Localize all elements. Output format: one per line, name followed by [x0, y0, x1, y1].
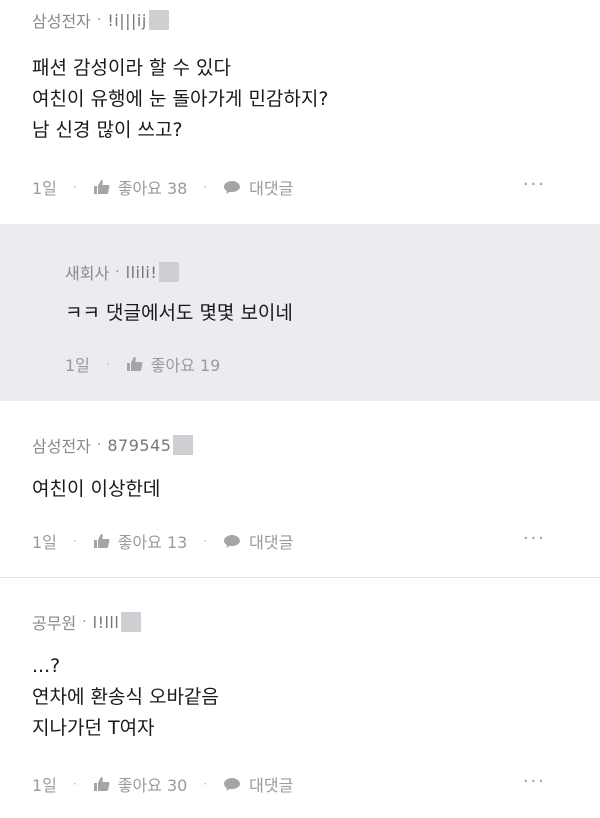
comment-item: 공무원 · l!lll ...? 연차에 환송식 오바같음 지나가던 T여자 1… [0, 578, 600, 818]
like-button[interactable]: 좋아요 30 [93, 772, 188, 796]
company-name: 공무원 [32, 614, 77, 633]
separator-dot: · [203, 534, 208, 548]
comment-actions: 1일 · 좋아요 19 [65, 352, 220, 376]
comment-line: 여친이 유행에 눈 돌아가게 민감하지? [32, 88, 329, 110]
like-button[interactable]: 좋아요 13 [93, 529, 188, 553]
company-name: 삼성전자 [32, 12, 91, 31]
like-count: 좋아요 38 [117, 179, 188, 198]
comment-time: 1일 [32, 533, 57, 552]
speech-bubble-icon [224, 534, 241, 548]
reply-button[interactable]: 대댓글 [223, 529, 293, 553]
comment-author[interactable]: 삼성전자 · !i|||ij [32, 8, 169, 32]
thumbs-up-icon [93, 180, 110, 194]
separator-dot: · [96, 12, 102, 28]
comment-actions: 1일 · 좋아요 38 · 대댓글 [32, 175, 293, 199]
comment-actions: 1일 · 좋아요 30 · 대댓글 [32, 772, 293, 796]
more-options-button[interactable]: ··· [523, 174, 546, 195]
separator-dot: · [72, 180, 77, 194]
reply-label: 대댓글 [249, 179, 294, 198]
comment-item: 삼성전자 · !i|||ij 패션 감성이라 할 수 있다 여친이 유행에 눈 … [0, 0, 600, 224]
separator-dot: · [72, 777, 77, 791]
comment-text: ㅋㅋ 댓글에서도 몇몇 보이네 [65, 298, 293, 329]
separator-dot: · [115, 264, 120, 280]
reply-label: 대댓글 [249, 533, 294, 552]
comment-line: ㅋㅋ 댓글에서도 몇몇 보이네 [65, 302, 293, 324]
comment-line: 패션 감성이라 할 수 있다 [32, 57, 231, 79]
like-count: 좋아요 30 [117, 776, 188, 795]
speech-bubble-icon [224, 180, 241, 194]
comment-line: 연차에 환송식 오바같음 [32, 686, 219, 708]
speech-bubble-icon [224, 777, 241, 791]
more-options-button[interactable]: ··· [523, 528, 546, 549]
reply-label: 대댓글 [249, 776, 294, 795]
thumbs-up-icon [93, 777, 110, 791]
user-id: l!lll [92, 612, 120, 632]
like-count: 좋아요 19 [150, 356, 221, 375]
comment-line: 지나가던 T여자 [32, 717, 155, 739]
user-id: !i|||ij [107, 10, 147, 30]
separator-dot: · [105, 357, 110, 371]
company-name: 새회사 [65, 264, 110, 283]
like-button[interactable]: 좋아요 38 [93, 175, 188, 199]
separator-dot: · [203, 777, 208, 791]
reply-button[interactable]: 대댓글 [223, 175, 293, 199]
comment-time: 1일 [32, 776, 57, 795]
comment-time: 1일 [32, 179, 57, 198]
comment-text: ...? 연차에 환송식 오바같음 지나가던 T여자 [32, 651, 219, 744]
comment-author[interactable]: 새회사 · llili! [65, 260, 180, 284]
separator-dot: · [72, 534, 77, 548]
separator-dot: · [96, 437, 102, 453]
comment-line: ...? [32, 655, 61, 677]
thumbs-up-icon [93, 534, 110, 548]
comment-author[interactable]: 공무원 · l!lll [32, 610, 142, 634]
comment-line: 여친이 이상한데 [32, 478, 161, 500]
user-id: 879545 [107, 435, 172, 455]
like-count: 좋아요 13 [117, 533, 188, 552]
comment-author[interactable]: 삼성전자 · 879545 [32, 433, 194, 457]
comment-text: 여친이 이상한데 [32, 474, 160, 505]
masked-id-block [159, 262, 180, 282]
comment-time: 1일 [65, 356, 90, 375]
comment-actions: 1일 · 좋아요 13 · 대댓글 [32, 529, 293, 553]
masked-id-block [121, 612, 142, 632]
user-id: llili! [125, 262, 158, 282]
company-name: 삼성전자 [32, 437, 91, 456]
separator-dot: · [82, 614, 87, 630]
comment-line: 남 신경 많이 쓰고? [32, 119, 183, 141]
masked-id-block [148, 10, 169, 30]
like-button[interactable]: 좋아요 19 [126, 352, 221, 376]
comment-item: 삼성전자 · 879545 여친이 이상한데 1일 · 좋아요 13 · 대댓글… [0, 401, 600, 577]
more-options-button[interactable]: ··· [523, 771, 546, 792]
comment-text: 패션 감성이라 할 수 있다 여친이 유행에 눈 돌아가게 민감하지? 남 신경… [32, 53, 328, 146]
reply-button[interactable]: 대댓글 [223, 772, 293, 796]
masked-id-block [173, 435, 194, 455]
reply-item: 새회사 · llili! ㅋㅋ 댓글에서도 몇몇 보이네 1일 · 좋아요 19 [0, 224, 600, 401]
thumbs-up-icon [126, 357, 143, 371]
separator-dot: · [203, 180, 208, 194]
